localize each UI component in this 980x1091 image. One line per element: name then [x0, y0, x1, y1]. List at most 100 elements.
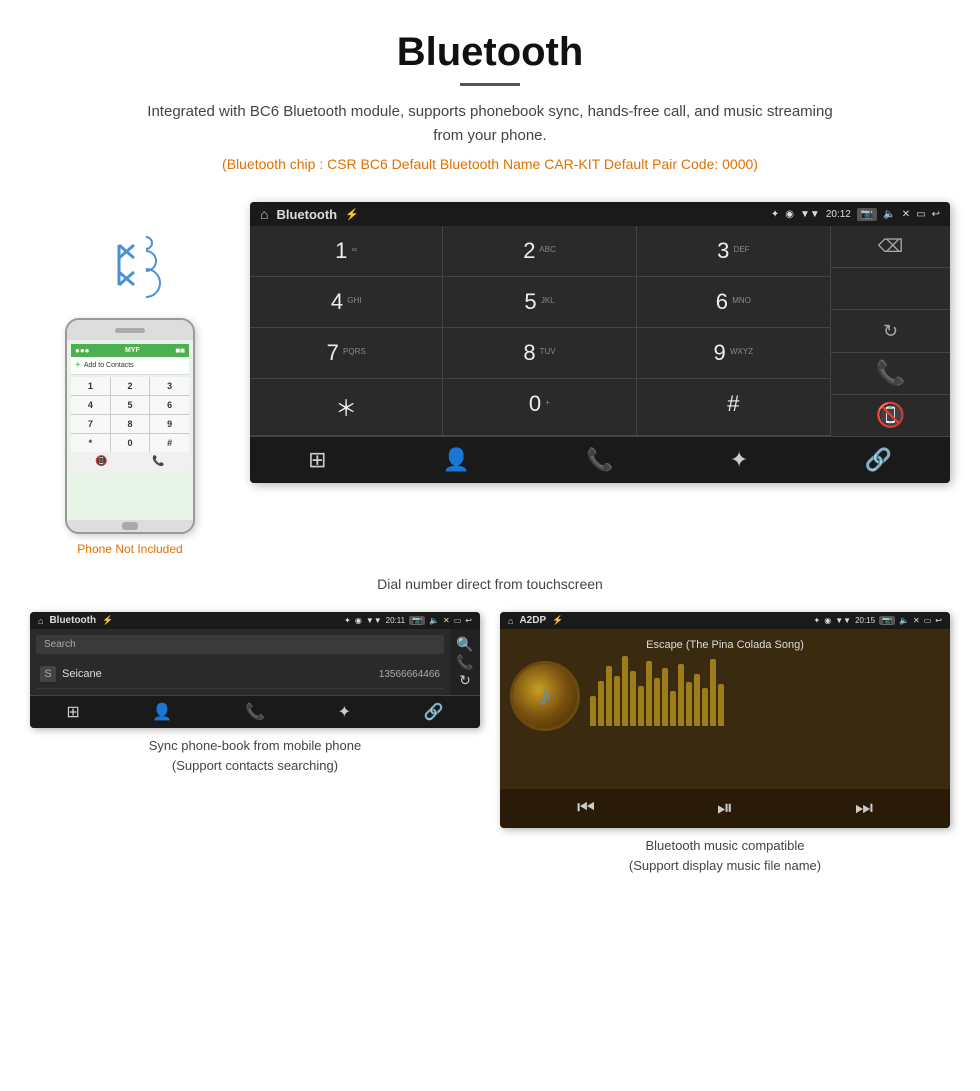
phone-key-7[interactable]: 7 — [71, 415, 110, 433]
dial-key-1[interactable]: 1 ∞ — [250, 226, 443, 276]
next-track-icon[interactable]: ⏭ — [855, 797, 873, 820]
dial-key-8[interactable]: 8 TUV — [443, 328, 636, 378]
nav-person-icon[interactable]: 👤 — [443, 447, 470, 473]
phone-signal: ●●● — [75, 346, 90, 355]
phone-end-icon[interactable]: 📵 — [95, 456, 107, 467]
dial-key-6[interactable]: 6 MNO — [637, 277, 830, 327]
phone-key-3[interactable]: 3 — [150, 377, 189, 395]
pb-nav-grid-icon[interactable]: ⊞ — [66, 702, 79, 722]
phone-key-9[interactable]: 9 — [150, 415, 189, 433]
pb-home-icon[interactable]: ⌂ — [38, 616, 43, 626]
nav-bluetooth-icon[interactable]: ✦ — [730, 447, 748, 473]
phonebook-caption: Sync phone-book from mobile phone(Suppor… — [145, 728, 365, 779]
pb-nav-bt-icon[interactable]: ✦ — [338, 702, 351, 722]
dial-key-3[interactable]: 3 DEF — [637, 226, 830, 276]
pb-close-icon[interactable]: ✕ — [443, 616, 450, 625]
pb-nav-link-icon[interactable]: 🔗 — [424, 702, 444, 722]
music-screen-icon: ▭ — [924, 616, 932, 625]
nav-phone-icon[interactable]: 📞 — [586, 447, 613, 473]
pb-contact-letter: S — [40, 666, 56, 682]
dial-key-7[interactable]: 7 PQRS — [250, 328, 443, 378]
equalizer — [590, 666, 940, 726]
music-note-icon: ♪ — [538, 680, 552, 712]
pb-sidebar-call-icon[interactable]: 📞 — [456, 654, 473, 671]
phone-carrier: MYF — [125, 347, 140, 354]
phone-key-5[interactable]: 5 — [111, 396, 150, 414]
dial-key-2[interactable]: 2 ABC — [443, 226, 636, 276]
music-time: 20:15 — [855, 616, 875, 625]
pb-camera-icon: 📷 — [409, 616, 425, 625]
call-green-cell[interactable]: 📞 — [831, 353, 950, 395]
phone-keypad: 1 2 3 4 5 6 7 8 9 * 0 # — [71, 377, 189, 452]
phone-section: ●●● MYF ■■ + Add to Contacts 1 2 3 4 5 6… — [30, 202, 230, 556]
phone-top-bar — [67, 320, 193, 340]
phone-speaker — [115, 328, 145, 333]
pb-volume-icon: 🔈 — [429, 616, 439, 625]
backspace-cell[interactable]: ⌫ — [831, 226, 950, 268]
empty-cell-1 — [831, 268, 950, 310]
pb-title: Bluetooth — [49, 615, 96, 626]
prev-track-icon[interactable]: ⏮ — [577, 797, 595, 820]
close-icon[interactable]: ✕ — [902, 209, 910, 220]
music-statusbar-right: ✦ ◉ ▼▼ 20:15 📷 🔈 ✕ ▭ ↩ — [814, 616, 942, 625]
dial-key-star[interactable]: ＊ — [250, 379, 443, 435]
pb-statusbar-right: ✦ ◉ ▼▼ 20:11 📷 🔈 ✕ ▭ ↩ — [344, 616, 472, 625]
phone-key-1[interactable]: 1 — [71, 377, 110, 395]
music-content: Escape (The Pina Colada Song) ♪ — [500, 629, 950, 789]
phone-key-4[interactable]: 4 — [71, 396, 110, 414]
page-title: Bluetooth — [20, 30, 960, 75]
dial-key-0[interactable]: 0 + — [443, 379, 636, 435]
pb-time: 20:11 — [386, 616, 405, 625]
music-home-icon[interactable]: ⌂ — [508, 616, 513, 626]
call-red-cell[interactable]: 📵 — [831, 395, 950, 436]
music-caption-text: Bluetooth music compatible(Support displ… — [629, 838, 821, 873]
music-controls: ⏮ ⏯ ⏭ — [500, 789, 950, 828]
pb-bt-icon: ✦ — [344, 616, 351, 625]
dial-key-hash[interactable]: # — [637, 379, 830, 435]
phone-home-button[interactable] — [122, 522, 138, 530]
add-contacts-bar: + Add to Contacts — [71, 357, 189, 375]
dial-key-9[interactable]: 9 WXYZ — [637, 328, 830, 378]
phone-screen: ●●● MYF ■■ + Add to Contacts 1 2 3 4 5 6… — [67, 340, 193, 520]
pb-back-icon[interactable]: ↩ — [465, 616, 472, 625]
music-back-icon[interactable]: ↩ — [935, 616, 942, 625]
refresh-cell[interactable]: ↻ — [831, 310, 950, 352]
phone-mockup: ●●● MYF ■■ + Add to Contacts 1 2 3 4 5 6… — [65, 318, 195, 534]
camera-icon[interactable]: 📷 — [857, 208, 877, 221]
phone-call-icon[interactable]: 📞 — [152, 456, 164, 467]
pb-nav-person-icon[interactable]: 👤 — [152, 702, 172, 722]
car-screen-section: ⌂ Bluetooth ⚡ ✦ ◉ ▼▼ 20:12 📷 🔈 ✕ ▭ ↩ — [250, 202, 950, 483]
dial-screen-statusbar: ⌂ Bluetooth ⚡ ✦ ◉ ▼▼ 20:12 📷 🔈 ✕ ▭ ↩ — [250, 202, 950, 226]
phone-key-6[interactable]: 6 — [150, 396, 189, 414]
phone-key-hash[interactable]: # — [150, 434, 189, 452]
pb-sidebar-refresh-icon[interactable]: ↻ — [459, 672, 471, 689]
pb-nav-phone-icon[interactable]: 📞 — [245, 702, 265, 722]
home-icon[interactable]: ⌂ — [260, 206, 268, 222]
screen-icon[interactable]: ▭ — [916, 209, 925, 220]
phonebook-caption-text: Sync phone-book from mobile phone(Suppor… — [149, 738, 361, 773]
phone-key-0[interactable]: 0 — [111, 434, 150, 452]
dialpad-row-3: 7 PQRS 8 TUV 9 WXYZ — [250, 328, 830, 379]
phone-key-8[interactable]: 8 — [111, 415, 150, 433]
phone-key-2[interactable]: 2 — [111, 377, 150, 395]
music-wrapper: ⌂ A2DP ⚡ ✦ ◉ ▼▼ 20:15 📷 🔈 ✕ ▭ ↩ — [500, 612, 950, 879]
pb-contact-row[interactable]: S Seicane 13566664466 — [36, 660, 444, 689]
volume-icon[interactable]: 🔈 — [883, 209, 895, 220]
pb-sidebar-search-icon[interactable]: 🔍 — [456, 636, 473, 653]
dialpad-side: ⌫ ↻ 📞 📵 — [830, 226, 950, 436]
dial-key-5[interactable]: 5 JKL — [443, 277, 636, 327]
back-icon[interactable]: ↩ — [932, 209, 940, 220]
phone-screen-header: ●●● MYF ■■ — [71, 344, 189, 357]
pb-location-icon: ◉ — [355, 616, 362, 625]
refresh-icon: ↻ — [883, 321, 898, 342]
pb-contact-name: Seicane — [62, 668, 379, 680]
usb-icon: ⚡ — [345, 208, 359, 221]
music-title: A2DP — [519, 615, 546, 626]
nav-link-icon[interactable]: 🔗 — [864, 447, 891, 473]
nav-grid-icon[interactable]: ⊞ — [308, 447, 326, 473]
dial-key-4[interactable]: 4 GHI — [250, 277, 443, 327]
phonebook-body: Search S Seicane 13566664466 🔍 📞 ↻ — [30, 629, 480, 695]
music-close-icon[interactable]: ✕ — [913, 616, 920, 625]
phone-key-star[interactable]: * — [71, 434, 110, 452]
play-pause-icon[interactable]: ⏯ — [717, 797, 733, 820]
